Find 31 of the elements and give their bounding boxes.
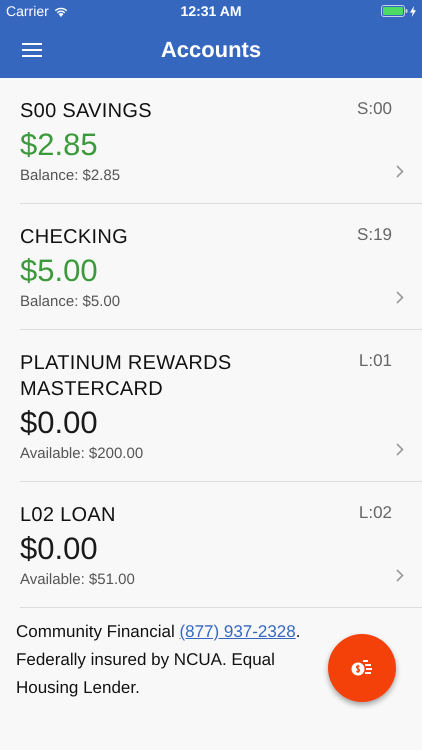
phone-link[interactable]: (877) 937-2328	[179, 622, 296, 641]
account-code: S:00	[357, 98, 392, 120]
account-balance: Available: $51.00	[20, 570, 135, 590]
carrier-label: Carrier	[6, 3, 49, 19]
account-name: CHECKING	[20, 225, 129, 250]
charging-icon	[410, 6, 416, 16]
account-name: S00 SAVINGS	[20, 99, 153, 124]
chevron-icon	[396, 443, 404, 456]
account-amount: $0.00	[20, 530, 98, 568]
account-name: L02 LOAN	[20, 503, 117, 528]
account-amount: $0.00	[20, 404, 98, 442]
wifi-icon	[54, 6, 68, 16]
chevron-icon	[396, 569, 404, 582]
payment-button[interactable]	[328, 634, 396, 702]
page-title: Accounts	[160, 37, 262, 63]
account-amount: $5.00	[20, 252, 98, 290]
menu-button[interactable]	[22, 43, 42, 57]
account-amount: $2.85	[20, 126, 98, 164]
coin-icon	[351, 659, 373, 677]
chevron-icon	[396, 291, 404, 304]
account-code: S:19	[357, 224, 392, 246]
account-balance: Available: $200.00	[20, 444, 144, 464]
account-code: L:02	[358, 502, 392, 524]
account-code: L:01	[358, 350, 392, 372]
footer-text: Community Financial (877) 937-2328. Federally insured by NCUA. Equal Housing Lender.	[16, 621, 302, 699]
account-balance: Balance: $2.85	[20, 166, 120, 186]
battery-icon	[381, 5, 408, 17]
chevron-icon	[396, 165, 404, 178]
clock-time: 12:31 AM	[180, 3, 242, 19]
account-name: PLATINUM REWARDS MASTERCARD	[20, 351, 232, 402]
account-balance: Balance: $5.00	[20, 292, 120, 312]
